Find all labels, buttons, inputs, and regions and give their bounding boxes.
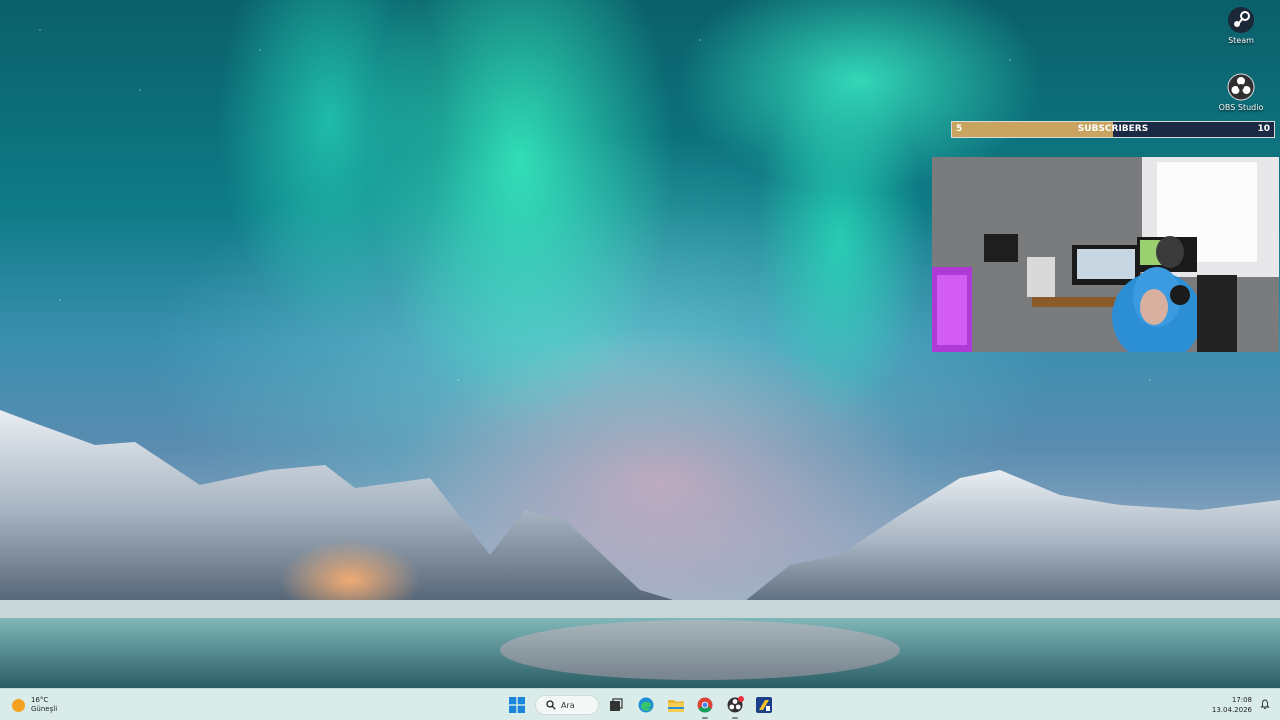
task-view-icon: [610, 698, 623, 711]
desktop-icon-label: Steam: [1228, 36, 1254, 45]
app-icon: [756, 697, 772, 713]
edge-button[interactable]: [636, 695, 656, 715]
start-button[interactable]: [507, 695, 527, 715]
obs-studio-icon: [727, 696, 744, 713]
system-clock[interactable]: 17:08 13.04.2026: [1212, 695, 1252, 715]
weather-text: 16°C Güneşli: [31, 696, 57, 714]
task-view-button[interactable]: [606, 695, 626, 715]
taskbar: 16°C Güneşli Ara 17:08 13.04.2026: [0, 688, 1280, 720]
clock-time: 17:08: [1231, 696, 1252, 704]
weather-condition: Güneşli: [31, 705, 58, 713]
file-explorer-icon: [668, 700, 684, 712]
sun-icon: [12, 698, 25, 712]
edge-icon: [638, 697, 654, 713]
desktop-icon-obs-studio[interactable]: OBS Studio: [1211, 73, 1271, 112]
webcam-feed: [932, 157, 1279, 352]
weather-widget[interactable]: 16°C Güneşli: [12, 694, 57, 716]
desktop-icon-label: OBS Studio: [1218, 103, 1264, 112]
obs-studio-icon: [1227, 73, 1255, 101]
file-explorer-button[interactable]: [666, 695, 686, 715]
subscriber-goal-bar: 5 SUBSCRIBERS 10: [951, 121, 1275, 138]
taskbar-search[interactable]: Ara: [535, 695, 599, 715]
search-icon: [546, 700, 556, 710]
weather-temperature: 16°C: [31, 696, 49, 704]
active-indicator: [732, 717, 738, 719]
chrome-button[interactable]: [695, 695, 715, 719]
active-indicator: [702, 717, 708, 719]
webcam-overlay: [932, 157, 1279, 352]
subscriber-goal-label: SUBSCRIBERS: [1077, 124, 1149, 134]
clock-date: 13.04.2026: [1211, 706, 1252, 714]
app-button[interactable]: [754, 695, 774, 715]
notification-bell-icon[interactable]: [1260, 699, 1270, 709]
chrome-icon: [697, 697, 713, 713]
search-placeholder: Ara: [561, 700, 575, 710]
subscriber-goal-target: 10: [1257, 124, 1270, 134]
desktop-icon-steam[interactable]: Steam: [1211, 6, 1271, 45]
steam-icon: [1227, 6, 1255, 34]
windows-start-icon: [509, 697, 525, 713]
obs-studio-taskbar-button[interactable]: [725, 695, 745, 719]
